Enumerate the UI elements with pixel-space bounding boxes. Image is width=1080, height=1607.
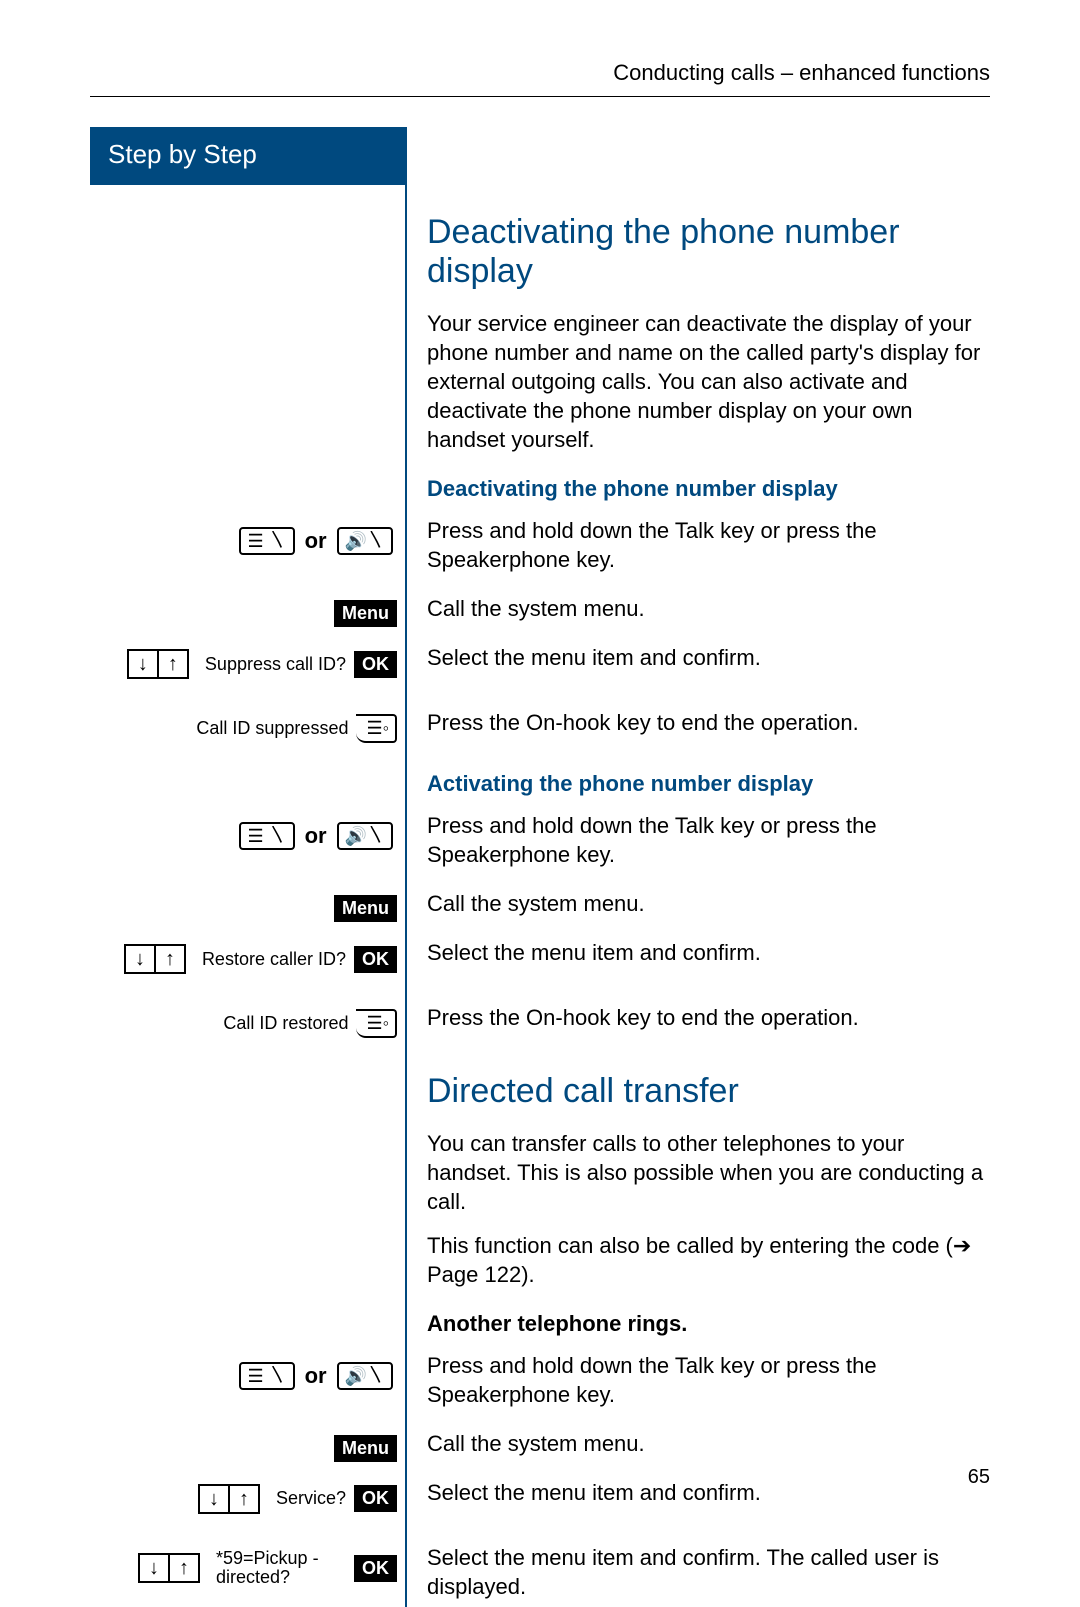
act-s3-text: Select the menu item and confirm.	[427, 938, 990, 967]
talk-key-icon: ☰ 〵	[239, 822, 294, 850]
row-act-heading: Activating the phone number display	[90, 749, 990, 811]
row-banner: Step by Step	[90, 127, 990, 185]
deact-s1-text: Press and hold down the Talk key or pres…	[427, 516, 990, 574]
nav-arrows-icon: ↓↑	[138, 1553, 200, 1583]
activate-heading: Activating the phone number display	[427, 771, 990, 797]
deactivate-heading: Deactivating the phone number display	[427, 476, 990, 502]
talk-key-icon: ☰ 〵	[239, 527, 294, 555]
intro2-post: ).	[521, 1262, 534, 1287]
service-label: Service?	[276, 1488, 346, 1509]
act-s1-text: Press and hold down the Talk key or pres…	[427, 811, 990, 869]
menu-badge: Menu	[334, 1435, 397, 1462]
sec2-s4-text: Select the menu item and confirm. The ca…	[427, 1543, 990, 1601]
nav-arrows-icon: ↓↑	[127, 649, 189, 679]
row-deact-s3: ↓↑ Suppress call ID? OK Select the menu …	[90, 643, 990, 708]
row-section2-head: Directed call transfer You can transfer …	[90, 1044, 990, 1350]
ok-badge: OK	[354, 651, 397, 678]
sec2-s3-text: Select the menu item and confirm.	[427, 1478, 990, 1507]
act-s4-text: Press the On-hook key to end the operati…	[427, 1003, 990, 1032]
act-s2-text: Call the system menu.	[427, 889, 990, 918]
row-sec2-s3: ↓↑ Service? OK Select the menu item and …	[90, 1478, 990, 1543]
pickup-directed-label: *59=Pickup - directed?	[216, 1549, 346, 1589]
suppress-call-id-label: Suppress call ID?	[205, 654, 346, 675]
onhook-key-icon: ☰◦	[356, 1009, 397, 1038]
deact-s4-text: Press the On-hook key to end the operati…	[427, 708, 990, 737]
row-act-s4: Call ID restored ☰◦ Press the On-hook ke…	[90, 1003, 990, 1044]
page-ref-link[interactable]: Page 122	[427, 1262, 521, 1287]
row-act-s3: ↓↑ Restore caller ID? OK Select the menu…	[90, 938, 990, 1003]
row-deact-s2: Menu Call the system menu.	[90, 594, 990, 643]
row-sec2-s4: ↓↑ *59=Pickup - directed? OK Select the …	[90, 1543, 990, 1607]
ok-badge: OK	[354, 1485, 397, 1512]
step-by-step-banner: Step by Step	[90, 127, 405, 185]
section1-title: Deactivating the phone number display	[427, 213, 990, 291]
row-deact-s4: Call ID suppressed ☰◦ Press the On-hook …	[90, 708, 990, 749]
section2-intro1: You can transfer calls to other telephon…	[427, 1129, 990, 1216]
manual-page: Conducting calls – enhanced functions St…	[0, 0, 1080, 1529]
ring-heading: Another telephone rings.	[427, 1311, 990, 1337]
deact-s2-text: Call the system menu.	[427, 594, 990, 623]
or-label: or	[305, 528, 327, 554]
row-sec2-s1: ☰ 〵 or 🔊〵 Press and hold down the Talk k…	[90, 1351, 990, 1429]
sec2-s2-text: Call the system menu.	[427, 1429, 990, 1458]
speakerphone-key-icon: 🔊〵	[337, 1362, 393, 1390]
row-act-s1: ☰ 〵 or 🔊〵 Press and hold down the Talk k…	[90, 811, 990, 889]
sec2-s1-text: Press and hold down the Talk key or pres…	[427, 1351, 990, 1409]
ok-badge: OK	[354, 1555, 397, 1582]
menu-badge: Menu	[334, 895, 397, 922]
or-label: or	[305, 1363, 327, 1389]
menu-badge: Menu	[334, 600, 397, 627]
deact-s3-text: Select the menu item and confirm.	[427, 643, 990, 672]
row-sec2-s2: Menu Call the system menu.	[90, 1429, 990, 1478]
speakerphone-key-icon: 🔊〵	[337, 822, 393, 850]
page-header: Conducting calls – enhanced functions	[90, 60, 990, 97]
intro2-pre: This function can also be called by ente…	[427, 1233, 953, 1258]
call-id-suppressed-label: Call ID suppressed	[196, 718, 348, 739]
row-section1-head: Deactivating the phone number display Yo…	[90, 185, 990, 516]
talk-key-icon: ☰ 〵	[239, 1362, 294, 1390]
section1-intro: Your service engineer can deactivate the…	[427, 309, 990, 454]
speakerphone-key-icon: 🔊〵	[337, 527, 393, 555]
ok-badge: OK	[354, 946, 397, 973]
nav-arrows-icon: ↓↑	[124, 944, 186, 974]
arrow-right-icon	[953, 1233, 973, 1258]
onhook-key-icon: ☰◦	[356, 714, 397, 743]
section2-intro2: This function can also be called by ente…	[427, 1231, 990, 1289]
section2-title: Directed call transfer	[427, 1072, 990, 1111]
call-id-restored-label: Call ID restored	[223, 1013, 348, 1034]
nav-arrows-icon: ↓↑	[198, 1484, 260, 1514]
row-act-s2: Menu Call the system menu.	[90, 889, 990, 938]
page-number: 65	[968, 1466, 990, 1489]
restore-caller-id-label: Restore caller ID?	[202, 949, 346, 970]
row-deact-s1: ☰ 〵 or 🔊〵 Press and hold down the Talk k…	[90, 516, 990, 594]
or-label: or	[305, 823, 327, 849]
